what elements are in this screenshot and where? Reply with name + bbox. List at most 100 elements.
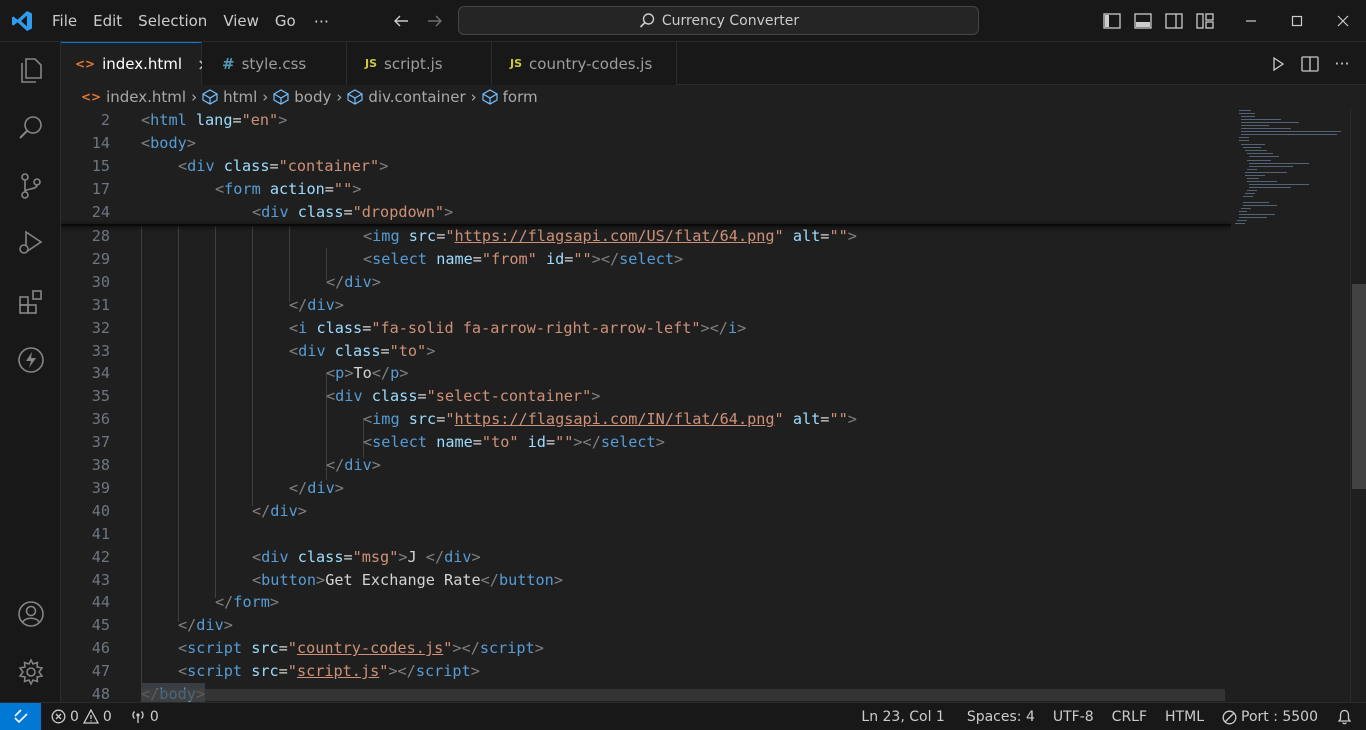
script-js-link[interactable]: script.js (297, 662, 379, 680)
line-number: 40 (91, 501, 110, 520)
line-number: 42 (91, 547, 110, 566)
tab-style-css[interactable]: # style.css (202, 42, 347, 85)
breadcrumb-file[interactable]: <> index.html (81, 88, 186, 106)
minimap-line (1235, 223, 1245, 224)
minimize-window-icon[interactable] (1228, 0, 1274, 42)
minimap-line (1239, 140, 1249, 141)
tab-index-html[interactable]: <> index.html × (61, 42, 211, 85)
minimap-line (1241, 122, 1299, 123)
breadcrumb-html[interactable]: html (202, 88, 257, 106)
live-server-icon[interactable] (0, 332, 61, 388)
sticky-scroll-header: 2 <html lang="en"> 14 <body> 15 <div class=… (61, 108, 1231, 224)
close-window-icon[interactable] (1320, 0, 1366, 42)
language-mode[interactable]: HTML (1156, 709, 1213, 725)
line-number: 28 (91, 227, 110, 245)
minimap-line (1241, 119, 1281, 120)
line-number: 2 (100, 111, 110, 129)
run-file-icon[interactable] (1266, 52, 1290, 76)
vertical-scrollbar-thumb[interactable] (1352, 284, 1366, 489)
menu-more-icon[interactable]: ··· (304, 12, 339, 31)
tab-country-codes-js[interactable]: JS country-codes.js (492, 42, 677, 85)
command-center-label: Currency Converter (661, 12, 800, 29)
country-codes-link[interactable]: country-codes.js (297, 639, 443, 657)
sticky-line[interactable]: 14 <body> (61, 132, 1231, 155)
live-server-port[interactable]: Port : 5500 (1213, 709, 1327, 725)
search-view-icon[interactable] (0, 100, 61, 156)
problems-indicator[interactable]: 0 0 (51, 709, 112, 725)
vscode-logo-icon[interactable] (10, 9, 34, 33)
horizontal-scrollbar-thumb[interactable] (141, 689, 1225, 701)
line-number: 15 (91, 156, 110, 175)
code-line: 46 <script src="country-codes.js"></scrip… (61, 637, 1231, 660)
breadcrumb-label: body (294, 88, 332, 106)
sticky-line[interactable]: 17 <form action=""> (61, 178, 1231, 201)
notifications-bell-icon[interactable] (1327, 709, 1366, 725)
error-count: 0 (70, 708, 79, 725)
tab-label: script.js (384, 54, 443, 73)
line-number: 29 (91, 249, 110, 268)
code-line: 45 </div> (61, 614, 1231, 637)
tab-script-js[interactable]: JS script.js (347, 42, 492, 85)
error-icon (51, 709, 66, 724)
code-line: 28 <img src="https://flagsapi.com/US/flat… (61, 225, 1231, 248)
encoding[interactable]: UTF-8 (1044, 709, 1103, 725)
menu-view[interactable]: View (215, 0, 267, 42)
menu-bar: File Edit Selection View Go ··· (44, 0, 339, 42)
ports-indicator[interactable]: 0 (124, 709, 165, 725)
back-arrow-icon[interactable] (388, 9, 414, 33)
toggle-primary-sidebar-icon[interactable] (1096, 0, 1127, 42)
minimap-line (1241, 144, 1265, 145)
maximize-window-icon[interactable] (1274, 0, 1320, 42)
remote-indicator[interactable] (0, 702, 41, 730)
accounts-icon[interactable] (0, 586, 61, 642)
toggle-panel-icon[interactable] (1127, 0, 1158, 42)
cursor-position[interactable]: Ln 23, Col 1 (848, 709, 957, 725)
in-flag-link[interactable]: https://flagsapi.com/IN/flat/64.png (455, 410, 775, 428)
js-file-icon: JS (365, 57, 378, 70)
customize-layout-icon[interactable] (1189, 0, 1220, 42)
command-center-search[interactable]: Currency Converter (458, 6, 979, 35)
more-actions-icon[interactable]: ··· (1330, 52, 1354, 76)
menu-selection[interactable]: Selection (130, 0, 215, 42)
breadcrumb-body[interactable]: body (273, 88, 331, 106)
us-flag-link[interactable]: https://flagsapi.com/US/flat/64.png (455, 227, 775, 245)
tab-label: country-codes.js (529, 54, 653, 73)
run-and-debug-icon[interactable] (0, 214, 61, 270)
minimap-line (1249, 187, 1291, 188)
sticky-line[interactable]: 15 <div class="container"> (61, 155, 1231, 178)
code-line: 43 <button>Get Exchange Rate</button> (61, 569, 1231, 592)
line-number: 38 (91, 456, 110, 474)
line-number: 35 (91, 387, 110, 406)
extensions-icon[interactable] (0, 274, 61, 330)
split-editor-icon[interactable] (1298, 52, 1322, 76)
title-bar-controls (1096, 0, 1366, 42)
menu-file[interactable]: File (44, 0, 85, 42)
code-line: 30 </div> (61, 271, 1231, 294)
toggle-secondary-sidebar-icon[interactable] (1158, 0, 1189, 42)
remote-icon (13, 708, 28, 723)
end-of-line[interactable]: CRLF (1103, 709, 1156, 725)
code-line: 47 <script src="script.js"></script> (61, 660, 1231, 683)
indentation[interactable]: Spaces: 4 (958, 709, 1044, 725)
minimap-line (1245, 175, 1265, 176)
source-control-icon[interactable] (0, 158, 61, 214)
explorer-icon[interactable] (0, 42, 61, 98)
sticky-line[interactable]: 24 <div class="dropdown"> (61, 201, 1231, 224)
minimap[interactable] (1231, 108, 1350, 702)
code-line: 32 <i class="fa-solid fa-arrow-right-arro… (61, 317, 1231, 340)
line-number: 48 (91, 685, 110, 702)
code-line: 33 <div class="to"> (61, 340, 1231, 363)
settings-gear-icon[interactable] (0, 644, 61, 700)
warning-count: 0 (102, 708, 112, 725)
menu-edit[interactable]: Edit (85, 0, 130, 42)
code-editor[interactable]: 28 <img src="https://flagsapi.com/US/flat… (61, 108, 1231, 702)
minimap-line (1245, 172, 1287, 173)
forward-arrow-icon[interactable] (422, 9, 448, 33)
menu-go[interactable]: Go (267, 0, 304, 42)
vertical-scrollbar[interactable] (1350, 108, 1366, 702)
line-number: 46 (91, 639, 110, 658)
breadcrumb-div-container[interactable]: div.container (347, 88, 466, 106)
minimap-line (1239, 110, 1251, 111)
sticky-line[interactable]: 2 <html lang="en"> (61, 109, 1231, 132)
breadcrumb-form[interactable]: form (482, 88, 538, 106)
